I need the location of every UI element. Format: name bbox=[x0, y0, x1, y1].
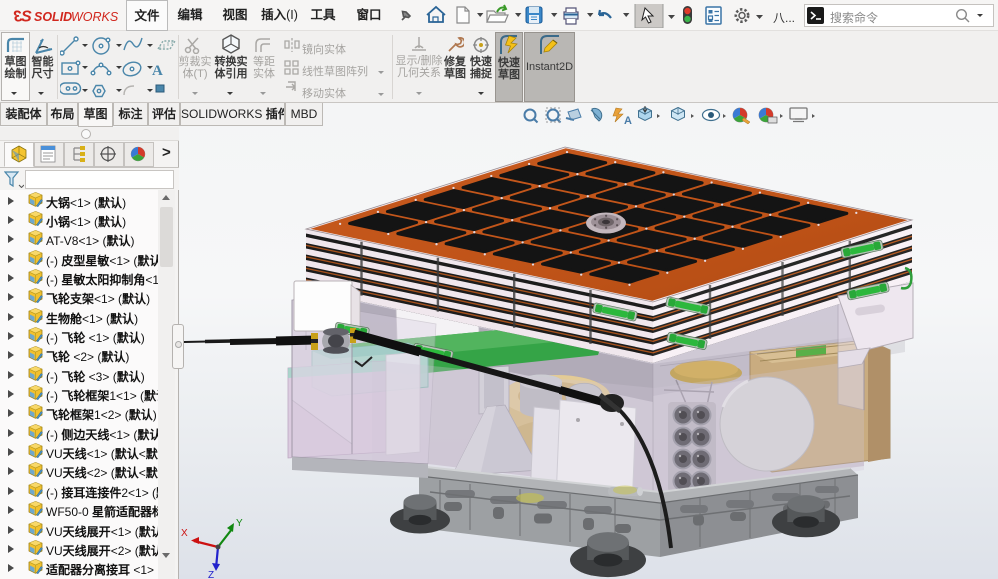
svg-text:SOLID: SOLID bbox=[34, 10, 72, 24]
svg-text:X: X bbox=[181, 528, 188, 539]
svg-text:Y: Y bbox=[236, 518, 243, 529]
svg-text:Z: Z bbox=[208, 570, 214, 579]
svg-text:A: A bbox=[152, 63, 163, 79]
svg-text:A: A bbox=[624, 115, 632, 127]
svg-text:S: S bbox=[21, 9, 32, 26]
svg-text:WORKS: WORKS bbox=[71, 10, 118, 24]
